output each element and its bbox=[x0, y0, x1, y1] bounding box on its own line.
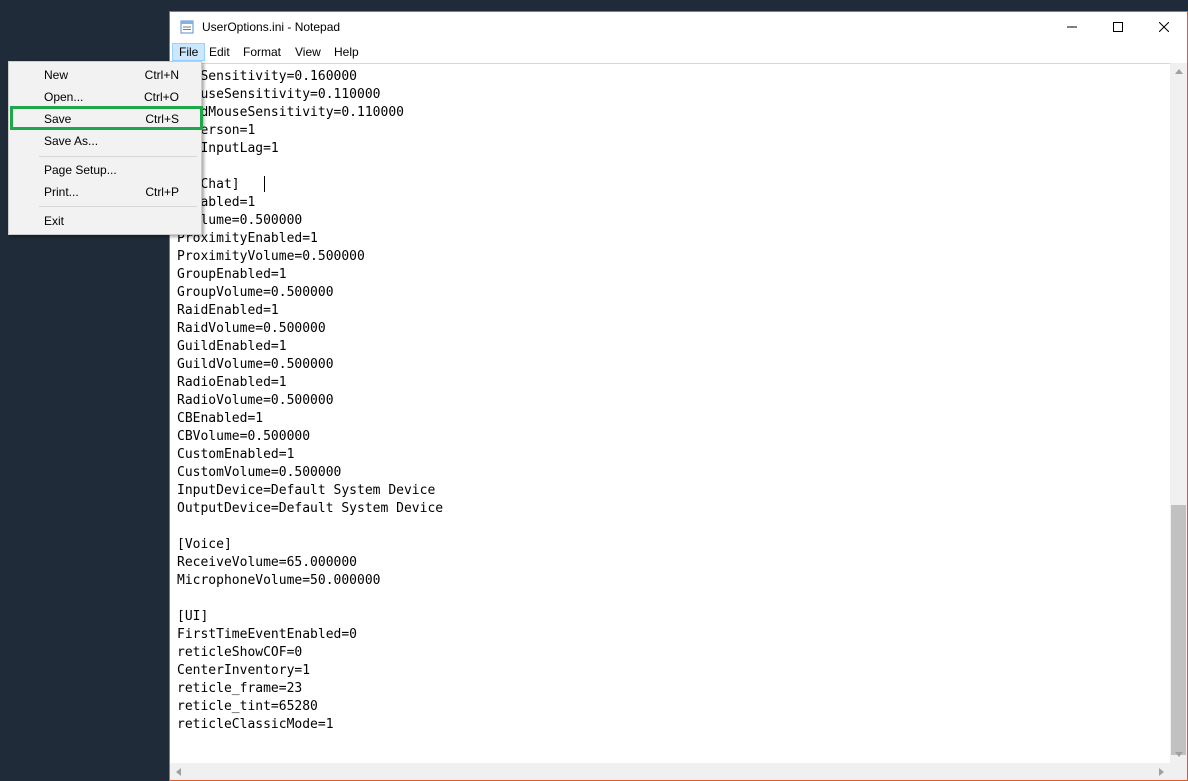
text-line: GroupVolume=0.500000 bbox=[177, 285, 334, 300]
text-line: CenterInventory=1 bbox=[177, 663, 311, 678]
vertical-scrollbar[interactable] bbox=[1170, 63, 1187, 763]
text-line: RaidEnabled=1 bbox=[177, 303, 279, 318]
window-title: UserOptions.ini - Notepad bbox=[202, 20, 341, 34]
text-line: eMouseSensitivity=0.110000 bbox=[177, 87, 381, 102]
text-line: RadioEnabled=1 bbox=[177, 375, 287, 390]
close-button[interactable] bbox=[1141, 12, 1187, 42]
menu-item-print[interactable]: Print... Ctrl+P bbox=[11, 181, 199, 203]
menu-separator bbox=[39, 206, 197, 207]
menu-view[interactable]: View bbox=[289, 43, 327, 61]
close-icon bbox=[1159, 22, 1169, 32]
menu-item-label: Exit bbox=[44, 214, 65, 228]
scroll-left-arrow[interactable] bbox=[170, 763, 187, 780]
menu-item-label: Save As... bbox=[44, 134, 99, 148]
file-menu-dropdown: New Ctrl+N Open... Ctrl+O Save Ctrl+S Sa… bbox=[8, 61, 202, 235]
text-line: reticle_tint=65280 bbox=[177, 699, 318, 714]
menu-item-shortcut: Ctrl+P bbox=[145, 185, 179, 199]
menu-separator bbox=[39, 156, 197, 157]
menu-item-label: Print... bbox=[44, 185, 79, 199]
text-line: reticleClassicMode=1 bbox=[177, 717, 334, 732]
scroll-down-arrow[interactable] bbox=[1170, 746, 1187, 763]
menu-item-page-setup[interactable]: Page Setup... bbox=[11, 159, 199, 181]
scroll-up-arrow[interactable] bbox=[1170, 63, 1187, 80]
scroll-right-arrow[interactable] bbox=[1153, 763, 1170, 780]
menu-item-new[interactable]: New Ctrl+N bbox=[11, 64, 199, 86]
text-line: GuildVolume=0.500000 bbox=[177, 357, 334, 372]
menu-bar: File Edit Format View Help bbox=[170, 42, 1187, 62]
text-line: GuildEnabled=1 bbox=[177, 339, 287, 354]
notepad-app-icon bbox=[180, 20, 194, 34]
text-line: GroupEnabled=1 bbox=[177, 267, 287, 282]
scrollbar-corner bbox=[1170, 763, 1187, 780]
menu-item-label: Open... bbox=[44, 90, 84, 104]
chevron-right-icon bbox=[1159, 767, 1164, 776]
text-line: ReceiveVolume=65.000000 bbox=[177, 555, 358, 570]
maximize-button[interactable] bbox=[1095, 12, 1141, 42]
text-caret bbox=[264, 176, 265, 192]
text-line: CustomVolume=0.500000 bbox=[177, 465, 342, 480]
chevron-left-icon bbox=[176, 767, 181, 776]
text-line: [UI] bbox=[177, 609, 209, 624]
minimize-button[interactable] bbox=[1049, 12, 1095, 42]
text-line: CBVolume=0.500000 bbox=[177, 429, 311, 444]
vertical-scroll-thumb[interactable] bbox=[1171, 505, 1186, 755]
horizontal-scrollbar[interactable] bbox=[170, 763, 1170, 780]
chevron-up-icon bbox=[1174, 69, 1183, 74]
text-line: CustomEnabled=1 bbox=[177, 447, 295, 462]
menu-item-open[interactable]: Open... Ctrl+O bbox=[11, 86, 199, 108]
menu-item-save-as[interactable]: Save As... bbox=[11, 130, 199, 152]
menu-help[interactable]: Help bbox=[328, 43, 365, 61]
menu-item-shortcut: Ctrl+N bbox=[144, 68, 179, 82]
text-line: FirstTimeEventEnabled=0 bbox=[177, 627, 358, 642]
menu-item-shortcut: Ctrl+O bbox=[143, 90, 179, 104]
menu-format[interactable]: Format bbox=[237, 43, 287, 61]
text-line: reticle_frame=23 bbox=[177, 681, 303, 696]
text-line: RadioVolume=0.500000 bbox=[177, 393, 334, 408]
text-line: [Voice] bbox=[177, 537, 232, 552]
text-line: reticleShowCOF=0 bbox=[177, 645, 303, 660]
menu-item-label: Page Setup... bbox=[44, 163, 117, 177]
text-editor-area[interactable]: useSensitivity=0.160000 eMouseSensitivity… bbox=[170, 63, 1170, 763]
text-line: OutputDevice=Default System Device bbox=[177, 501, 444, 516]
title-bar[interactable]: UserOptions.ini - Notepad bbox=[170, 12, 1187, 42]
menu-edit[interactable]: Edit bbox=[203, 43, 236, 61]
notepad-window: UserOptions.ini - Notepad File Edit Form… bbox=[169, 11, 1188, 781]
text-line: CBEnabled=1 bbox=[177, 411, 264, 426]
text-line: useSensitivity=0.160000 bbox=[177, 69, 358, 84]
chevron-down-icon bbox=[1174, 752, 1183, 757]
text-line: RaidVolume=0.500000 bbox=[177, 321, 326, 336]
menu-item-label: New bbox=[44, 68, 69, 82]
text-line: MicrophoneVolume=50.000000 bbox=[177, 573, 381, 588]
text-line: opedMouseSensitivity=0.110000 bbox=[177, 105, 404, 120]
menu-item-exit[interactable]: Exit bbox=[11, 210, 199, 232]
save-highlight-box bbox=[10, 106, 203, 130]
text-line: InputDevice=Default System Device bbox=[177, 483, 436, 498]
minimize-icon bbox=[1067, 26, 1077, 28]
text-line: ProximityVolume=0.500000 bbox=[177, 249, 365, 264]
menu-file[interactable]: File bbox=[172, 43, 206, 61]
maximize-icon bbox=[1113, 22, 1123, 32]
